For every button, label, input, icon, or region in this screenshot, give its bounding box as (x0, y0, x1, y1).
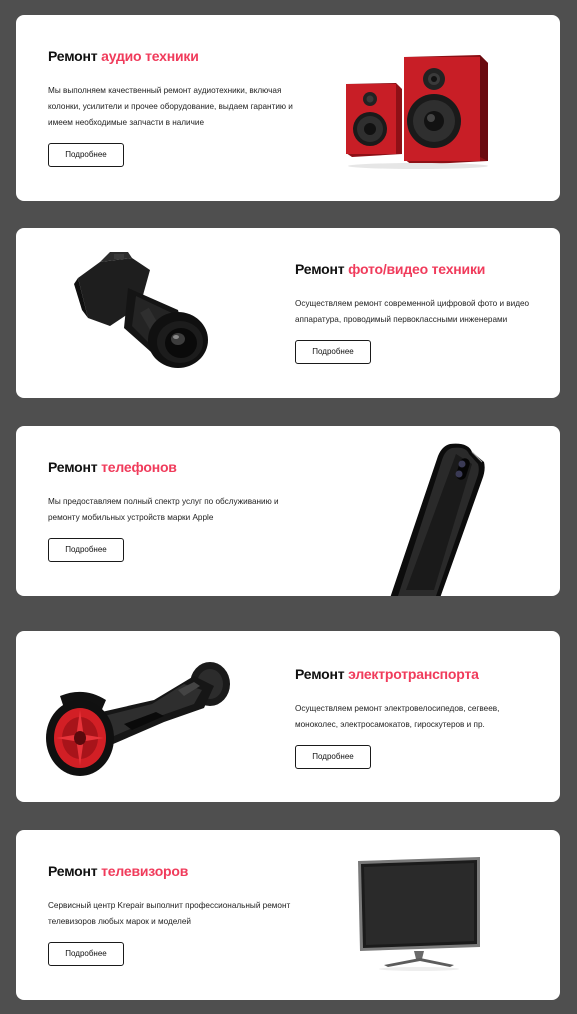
service-text-audio: Ремонт аудио техники Мы выполняем качест… (48, 47, 293, 167)
service-description-photo: Осуществляем ремонт современной цифровой… (295, 299, 530, 324)
more-button-audio[interactable]: Подробнее (48, 143, 124, 167)
tv-image (354, 855, 484, 975)
service-title-audio: Ремонт аудио техники (48, 47, 293, 65)
service-text-ev: Ремонт электротранспорта Осуществляем ре… (295, 665, 540, 769)
service-title-phone: Ремонт телефонов (48, 458, 293, 476)
service-title-photo: Ремонт фото/видео техники (295, 260, 540, 278)
service-card-ev: Ремонт электротранспорта Осуществляем ре… (16, 631, 560, 802)
title-prefix: Ремонт (48, 863, 98, 879)
service-title-ev: Ремонт электротранспорта (295, 665, 540, 683)
service-description-audio: Мы выполняем качественный ремонт аудиоте… (48, 86, 293, 127)
more-button-photo[interactable]: Подробнее (295, 340, 371, 364)
title-prefix: Ремонт (295, 666, 345, 682)
title-prefix: Ремонт (295, 261, 345, 277)
title-accent: телевизоров (101, 863, 189, 879)
title-accent: фото/видео техники (348, 261, 486, 277)
camera-image (70, 248, 215, 373)
title-prefix: Ремонт (48, 459, 98, 475)
service-card-tv: Ремонт телевизоров Сервисный центр Krepa… (16, 830, 560, 1000)
service-title-tv: Ремонт телевизоров (48, 862, 293, 880)
title-prefix: Ремонт (48, 48, 98, 64)
service-description-tv: Сервисный центр Krepair выполнит професс… (48, 901, 291, 926)
iphone-image (372, 440, 487, 596)
more-button-tv[interactable]: Подробнее (48, 942, 124, 966)
more-button-ev[interactable]: Подробнее (295, 745, 371, 769)
services-page: Ремонт аудио техники Мы выполняем качест… (0, 0, 577, 1014)
hoverboard-image (44, 656, 234, 781)
title-accent: телефонов (101, 459, 177, 475)
service-text-phone: Ремонт телефонов Мы предоставляем полный… (48, 458, 293, 562)
service-text-tv: Ремонт телевизоров Сервисный центр Krepa… (48, 862, 293, 966)
more-button-phone[interactable]: Подробнее (48, 538, 124, 562)
title-accent: электротранспорта (348, 666, 479, 682)
service-card-audio: Ремонт аудио техники Мы выполняем качест… (16, 15, 560, 201)
service-description-phone: Мы предоставляем полный спектр услуг по … (48, 497, 279, 522)
service-text-photo: Ремонт фото/видео техники Осуществляем р… (295, 260, 540, 364)
title-accent: аудио техники (101, 48, 199, 64)
service-card-phone: Ремонт телефонов Мы предоставляем полный… (16, 426, 560, 596)
speakers-image (342, 49, 492, 169)
service-card-photo: Ремонт фото/видео техники Осуществляем р… (16, 228, 560, 398)
service-description-ev: Осуществляем ремонт электровелосипедов, … (295, 704, 500, 729)
